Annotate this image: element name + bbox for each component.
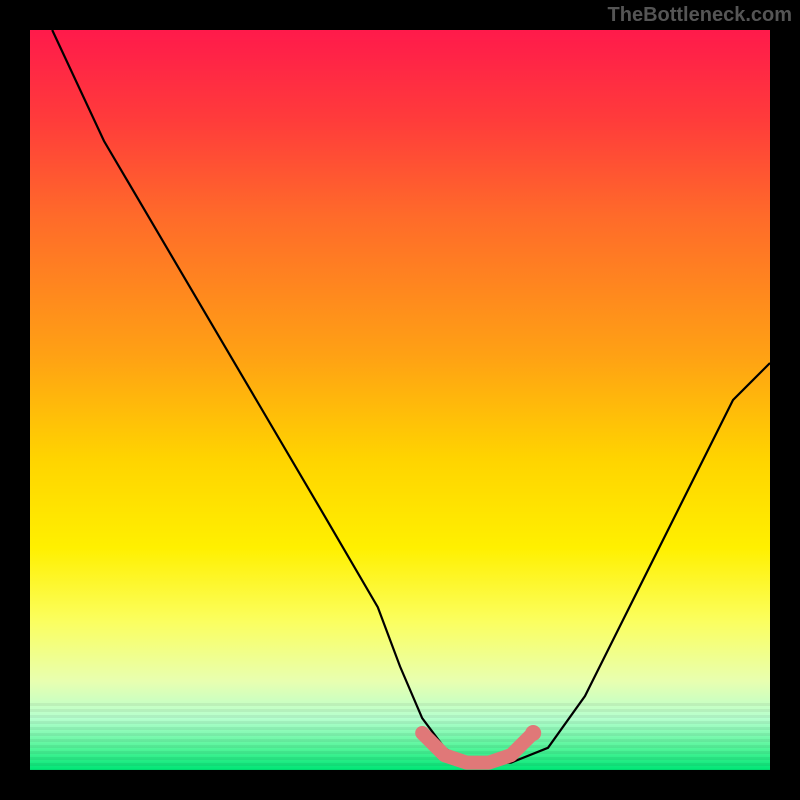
bottleneck-curve bbox=[52, 30, 770, 763]
watermark-text: TheBottleneck.com bbox=[608, 4, 792, 27]
chart-frame: TheBottleneck.com bbox=[0, 0, 800, 800]
plot-area bbox=[30, 30, 770, 770]
highlight-end-dot bbox=[525, 725, 541, 741]
curve-layer bbox=[30, 30, 770, 770]
highlight-segment bbox=[422, 733, 533, 763]
